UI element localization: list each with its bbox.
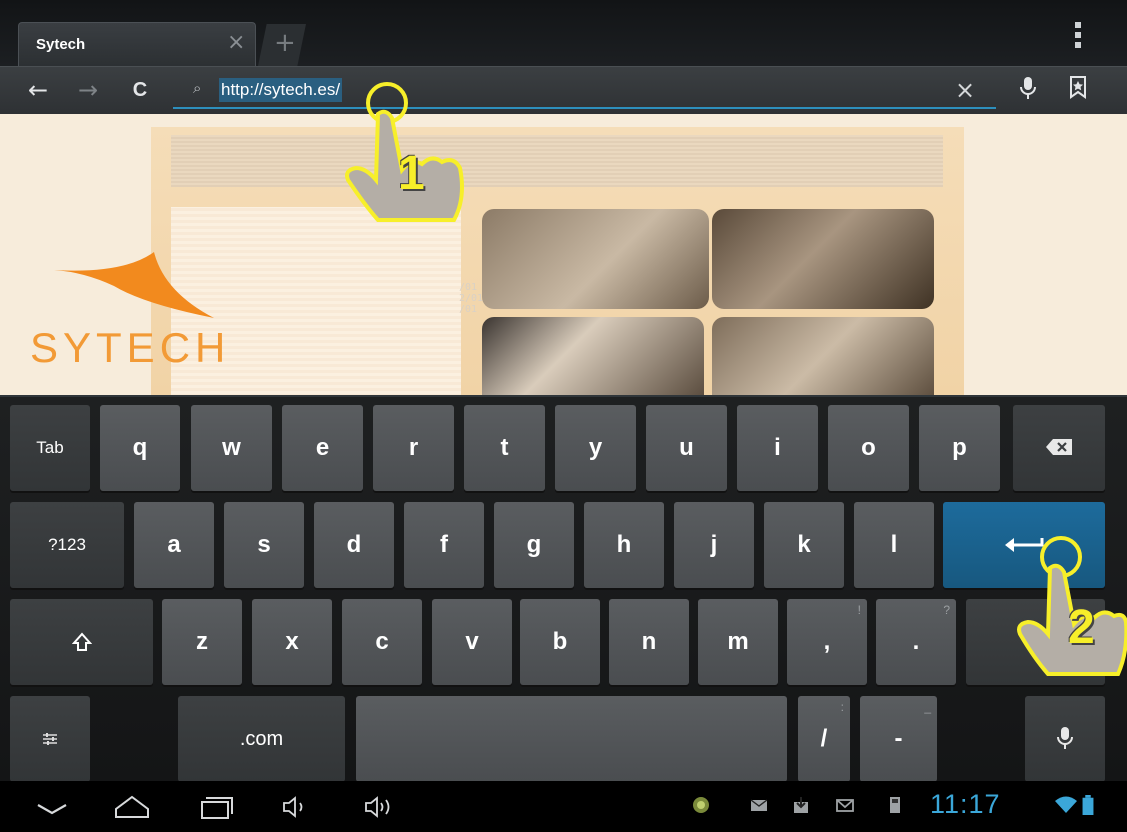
key-h[interactable]: h	[584, 502, 664, 588]
browser-toolbar: ← → C ⌕ http://sytech.es/ ×	[0, 66, 1127, 114]
tab-close-icon[interactable]: ×	[227, 29, 245, 57]
usb-storage-icon	[890, 797, 900, 813]
key-l[interactable]: l	[854, 502, 934, 588]
android-debug-icon	[693, 797, 709, 813]
new-tab-button[interactable]: +	[258, 24, 306, 66]
product-photo-phones	[482, 209, 709, 309]
overflow-menu-icon[interactable]	[1072, 22, 1084, 52]
key-t[interactable]: t	[464, 405, 545, 491]
key-j[interactable]: j	[674, 502, 754, 588]
clear-url-icon[interactable]: ×	[955, 76, 975, 104]
key-e[interactable]: e	[282, 405, 363, 491]
product-photo-mp3	[482, 317, 704, 395]
settings-sliders-icon	[43, 733, 57, 745]
url-bar[interactable]: ⌕ http://sytech.es/ ×	[173, 73, 996, 109]
key-y[interactable]: y	[555, 405, 636, 491]
key-m[interactable]: m	[698, 599, 778, 685]
key-p[interactable]: p	[919, 405, 1000, 491]
key-voice[interactable]	[1025, 696, 1105, 782]
key-tab[interactable]: Tab	[10, 405, 90, 491]
hide-keyboard-icon[interactable]	[32, 793, 72, 821]
key-k[interactable]: k	[764, 502, 844, 588]
reload-icon[interactable]: C	[124, 75, 156, 107]
search-icon: ⌕	[193, 79, 202, 97]
key-s[interactable]: s	[224, 502, 304, 588]
key-shift-left[interactable]	[10, 599, 153, 685]
download-icon	[794, 797, 808, 813]
recent-apps-icon[interactable]	[196, 793, 236, 821]
sytech-logo-text: SYTECH	[30, 324, 231, 371]
key-q[interactable]: q	[100, 405, 180, 491]
sytech-logo-swoosh	[54, 252, 214, 318]
clock: 11:17	[930, 789, 1001, 819]
key-r[interactable]: r	[373, 405, 454, 491]
tab-title: Sytech	[36, 36, 86, 53]
plus-icon: +	[274, 28, 296, 58]
url-input[interactable]: http://sytech.es/	[219, 78, 343, 102]
key-u[interactable]: u	[646, 405, 727, 491]
key-dash[interactable]: _ -	[860, 696, 937, 782]
key-o[interactable]: o	[828, 405, 909, 491]
product-photo-radio	[712, 317, 934, 395]
key-comma[interactable]: !,	[787, 599, 867, 685]
forward-icon[interactable]: →	[72, 75, 104, 107]
key-symbols[interactable]: ?123	[10, 502, 124, 588]
email-icon	[750, 799, 768, 811]
tap-callout-step-2: 2	[1012, 528, 1127, 688]
tap-callout-step-1: 1	[330, 72, 470, 232]
step-number-2: 2	[1068, 601, 1095, 654]
key-settings[interactable]	[10, 696, 90, 782]
wifi-icon	[1055, 796, 1077, 813]
key-c[interactable]: c	[342, 599, 422, 685]
key-f[interactable]: f	[404, 502, 484, 588]
site-banner	[171, 135, 943, 187]
key-b[interactable]: b	[520, 599, 600, 685]
key-i[interactable]: i	[737, 405, 818, 491]
voice-search-icon[interactable]	[1012, 75, 1044, 107]
product-photo-camera	[712, 209, 934, 309]
back-icon[interactable]: ←	[22, 75, 54, 107]
microphone-icon	[1057, 727, 1073, 749]
key-d[interactable]: d	[314, 502, 394, 588]
key-w[interactable]: w	[191, 405, 272, 491]
key-backspace[interactable]	[1013, 405, 1105, 491]
soft-keyboard: Tab q w e r t y u i o p ?123 a s d f g h…	[0, 395, 1127, 782]
backspace-icon	[1046, 439, 1072, 455]
key-g[interactable]: g	[494, 502, 574, 588]
shift-icon	[71, 632, 92, 651]
tab-strip: Sytech × +	[0, 0, 1127, 66]
battery-icon	[1082, 795, 1094, 815]
web-content[interactable]: /01 2/01 /01 SYTECH	[0, 114, 1127, 397]
volume-down-icon[interactable]	[276, 793, 316, 821]
overlay-text: /01 2/01 /01	[459, 282, 484, 315]
volume-up-icon[interactable]	[360, 793, 400, 821]
key-n[interactable]: n	[609, 599, 689, 685]
website-card: /01 2/01 /01	[151, 127, 964, 397]
key-x[interactable]: x	[252, 599, 332, 685]
gmail-icon	[836, 799, 854, 812]
key-z[interactable]: z	[162, 599, 242, 685]
browser-tab-sytech[interactable]: Sytech ×	[18, 22, 256, 66]
key-period[interactable]: ?.	[876, 599, 956, 685]
key-a[interactable]: a	[134, 502, 214, 588]
bookmarks-icon[interactable]	[1062, 75, 1094, 107]
step-number-1: 1	[398, 147, 425, 200]
key-dotcom[interactable]: .com	[178, 696, 345, 782]
home-icon[interactable]	[112, 793, 152, 821]
system-bar: 11:17	[0, 781, 1127, 832]
key-space[interactable]	[356, 696, 787, 782]
key-slash[interactable]: : /	[798, 696, 850, 782]
key-v[interactable]: v	[432, 599, 512, 685]
